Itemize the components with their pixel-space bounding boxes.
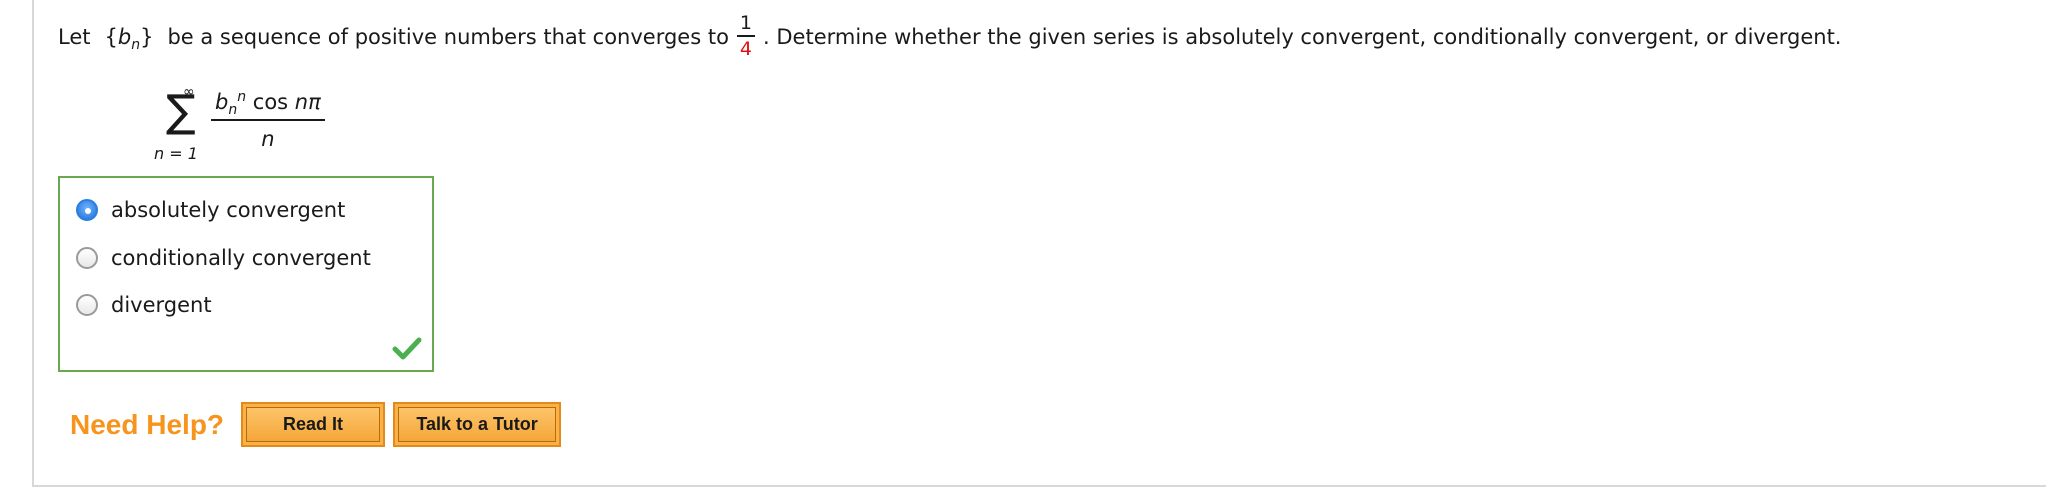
- radio-icon[interactable]: [76, 247, 98, 269]
- option-conditionally-convergent[interactable]: conditionally convergent: [76, 246, 371, 270]
- question-instruction: . Determine whether the given series is …: [763, 24, 1842, 49]
- option-divergent[interactable]: divergent: [76, 293, 212, 317]
- talk-to-tutor-button[interactable]: Talk to a Tutor: [393, 402, 562, 447]
- sequence-notation: {bn}: [104, 24, 154, 53]
- checkmark-icon: [392, 337, 422, 360]
- question-body: be a sequence of positive numbers that c…: [167, 24, 729, 49]
- option-label: absolutely convergent: [111, 198, 346, 222]
- series-expression: ∞ ∑ n = 1 bnn cos nπ n: [150, 84, 410, 174]
- limit-denominator: 4: [739, 38, 753, 60]
- read-it-button[interactable]: Read It: [241, 402, 386, 447]
- series-numerator: bnn cos nπ: [211, 89, 325, 121]
- answer-choices: absolutely convergent conditionally conv…: [58, 176, 434, 372]
- help-bar: Need Help? Read It Talk to a Tutor: [70, 402, 569, 447]
- option-label: divergent: [111, 293, 212, 317]
- need-help-label: Need Help?: [70, 408, 225, 440]
- question-prefix: Let: [58, 24, 91, 49]
- sigma-symbol: ∑: [166, 86, 196, 137]
- series-fraction: bnn cos nπ n: [211, 89, 325, 151]
- question-text: Let {bn} be a sequence of positive numbe…: [58, 14, 1841, 59]
- option-label: conditionally convergent: [111, 246, 371, 270]
- radio-icon[interactable]: [76, 294, 98, 316]
- limit-numerator: 1: [736, 14, 756, 37]
- lower-limit: n = 1: [154, 144, 198, 163]
- series-denominator: n: [261, 127, 275, 151]
- option-absolutely-convergent[interactable]: absolutely convergent: [76, 198, 345, 222]
- radio-selected-icon[interactable]: [76, 199, 98, 221]
- limit-fraction: 1 4: [736, 14, 756, 60]
